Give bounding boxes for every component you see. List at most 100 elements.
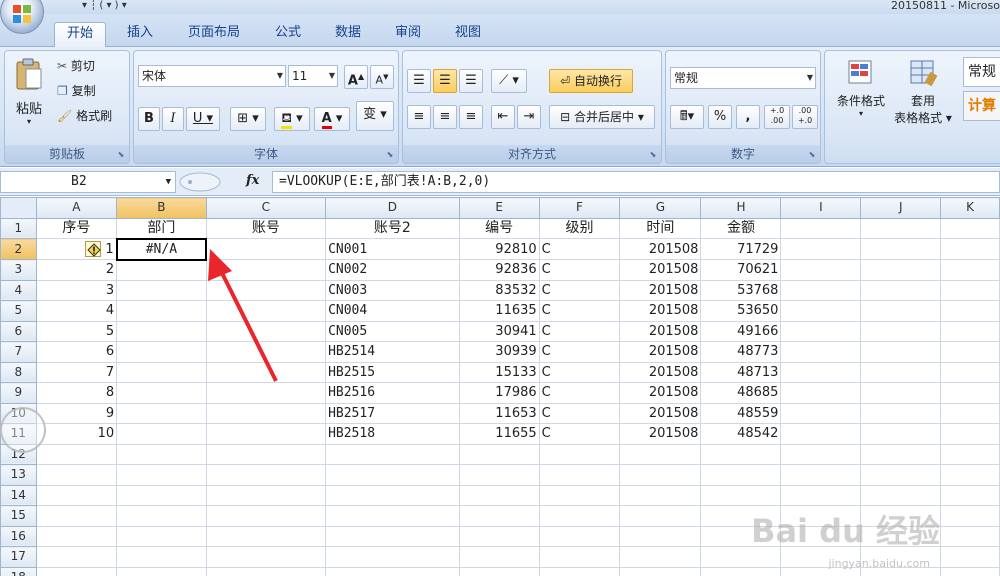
cell-code[interactable]: 30941 bbox=[458, 320, 540, 342]
cell-k[interactable] bbox=[940, 423, 1000, 445]
cell-account[interactable] bbox=[205, 423, 327, 445]
cell-i[interactable] bbox=[780, 402, 862, 424]
row-header[interactable]: 2 bbox=[0, 238, 37, 260]
cell-account2[interactable]: HB2516 bbox=[325, 382, 460, 404]
align-center-button[interactable]: ≡ bbox=[433, 105, 457, 129]
cell-empty[interactable] bbox=[458, 505, 540, 527]
row-header[interactable]: 9 bbox=[0, 382, 37, 404]
cell-empty[interactable] bbox=[538, 546, 621, 568]
cell-time[interactable]: 201508 bbox=[619, 402, 702, 424]
cell-empty[interactable] bbox=[116, 505, 207, 527]
back-navigation-icon[interactable] bbox=[0, 407, 46, 453]
quick-access-toolbar[interactable]: ▾ ┆ ( ▾ ) ▾ bbox=[82, 0, 127, 12]
cell-i[interactable] bbox=[780, 300, 862, 322]
cell-k[interactable] bbox=[940, 279, 1000, 301]
cell-empty[interactable] bbox=[116, 525, 207, 547]
wrap-text-button[interactable]: ⏎ 自动换行 bbox=[549, 69, 633, 93]
cell-j[interactable] bbox=[860, 238, 942, 260]
cell-k1[interactable] bbox=[940, 217, 1000, 239]
cell-j[interactable] bbox=[860, 279, 942, 301]
cell-code[interactable]: 11635 bbox=[458, 300, 540, 322]
clipboard-launcher-icon[interactable]: ⬊ bbox=[116, 150, 126, 160]
cell-seq[interactable]: 1 bbox=[35, 238, 118, 260]
tab-review[interactable]: 审阅 bbox=[384, 22, 432, 47]
cell-account2[interactable]: HB2515 bbox=[325, 361, 460, 383]
column-header-k[interactable]: K bbox=[940, 197, 1000, 219]
cell-empty[interactable] bbox=[619, 484, 702, 506]
cell-account2[interactable]: CN005 bbox=[325, 320, 460, 342]
cell-k[interactable] bbox=[940, 320, 1000, 342]
cell-b1[interactable]: 部门 bbox=[116, 217, 207, 239]
cell-level[interactable]: C bbox=[538, 361, 621, 383]
cell-code[interactable]: 92810 bbox=[458, 238, 540, 260]
increase-indent-button[interactable]: ⇥ bbox=[517, 105, 541, 129]
cell-empty[interactable] bbox=[116, 566, 207, 576]
cell-dept[interactable] bbox=[116, 279, 207, 301]
tab-data[interactable]: 数据 bbox=[324, 22, 372, 47]
cell-empty[interactable] bbox=[35, 566, 118, 576]
cell-empty[interactable] bbox=[458, 464, 540, 486]
cell-code[interactable]: 30939 bbox=[458, 341, 540, 363]
style-normal-cell[interactable]: 常规 bbox=[963, 57, 1000, 87]
cell-a1[interactable]: 序号 bbox=[35, 217, 118, 239]
alignment-launcher-icon[interactable]: ⬊ bbox=[648, 150, 658, 160]
column-header-j[interactable]: J bbox=[860, 197, 942, 219]
align-right-button[interactable]: ≡ bbox=[459, 105, 483, 129]
row-header[interactable]: 8 bbox=[0, 361, 37, 383]
cell-j[interactable] bbox=[860, 382, 942, 404]
cell-empty[interactable] bbox=[538, 525, 621, 547]
cell-seq[interactable]: 10 bbox=[35, 423, 118, 445]
cut-button[interactable]: ✂ 剪切 bbox=[57, 57, 95, 74]
conditional-format-button[interactable]: 条件格式 ▾ bbox=[829, 57, 893, 118]
cell-empty[interactable] bbox=[700, 443, 782, 465]
cell-time[interactable]: 201508 bbox=[619, 279, 702, 301]
cell-empty[interactable] bbox=[538, 566, 621, 576]
cell-empty[interactable] bbox=[325, 566, 460, 576]
row-header[interactable]: 6 bbox=[0, 320, 37, 342]
cell-empty[interactable] bbox=[116, 464, 207, 486]
column-header-d[interactable]: D bbox=[325, 197, 460, 219]
cell-code[interactable]: 92836 bbox=[458, 259, 540, 281]
cell-j[interactable] bbox=[860, 300, 942, 322]
cell-empty[interactable] bbox=[940, 525, 1000, 547]
column-header-c[interactable]: C bbox=[205, 197, 327, 219]
cell-empty[interactable] bbox=[325, 525, 460, 547]
align-middle-button[interactable]: ☰ bbox=[433, 69, 457, 93]
cell-code[interactable]: 83532 bbox=[458, 279, 540, 301]
cell-code[interactable]: 17986 bbox=[458, 382, 540, 404]
column-header-g[interactable]: G bbox=[619, 197, 702, 219]
cell-time[interactable]: 201508 bbox=[619, 238, 702, 260]
row-header[interactable]: 14 bbox=[0, 484, 37, 506]
cell-empty[interactable] bbox=[205, 525, 327, 547]
cell-amount[interactable]: 48559 bbox=[700, 402, 782, 424]
borders-button[interactable]: ⊞ ▾ bbox=[230, 107, 266, 131]
row-header[interactable]: 5 bbox=[0, 300, 37, 322]
cell-level[interactable]: C bbox=[538, 320, 621, 342]
cell-empty[interactable] bbox=[538, 484, 621, 506]
column-header-e[interactable]: E bbox=[458, 197, 540, 219]
cell-seq[interactable]: 2 bbox=[35, 259, 118, 281]
font-color-button[interactable]: A ▾ bbox=[314, 107, 350, 131]
grow-font-button[interactable]: A▲ bbox=[344, 65, 368, 89]
cell-k[interactable] bbox=[940, 259, 1000, 281]
cell-empty[interactable] bbox=[780, 464, 862, 486]
cell-empty[interactable] bbox=[860, 464, 942, 486]
active-cell-b2[interactable]: #N/A bbox=[115, 237, 208, 261]
column-header-f[interactable]: F bbox=[538, 197, 621, 219]
cell-time[interactable]: 201508 bbox=[619, 423, 702, 445]
cell-empty[interactable] bbox=[325, 505, 460, 527]
cell-amount[interactable]: 49166 bbox=[700, 320, 782, 342]
cell-empty[interactable] bbox=[205, 443, 327, 465]
row-header[interactable]: 3 bbox=[0, 259, 37, 281]
cell-j[interactable] bbox=[860, 320, 942, 342]
column-header-b[interactable]: B bbox=[116, 197, 207, 219]
cell-time[interactable]: 201508 bbox=[619, 341, 702, 363]
cell-empty[interactable] bbox=[116, 546, 207, 568]
cell-dept[interactable] bbox=[116, 361, 207, 383]
cell-level[interactable]: C bbox=[538, 300, 621, 322]
cell-account[interactable] bbox=[205, 320, 327, 342]
cell-account2[interactable]: CN004 bbox=[325, 300, 460, 322]
cell-empty[interactable] bbox=[940, 484, 1000, 506]
accounting-format-button[interactable]: 🖩▾ bbox=[670, 105, 704, 129]
format-painter-button[interactable]: 🖌 格式刷 bbox=[57, 107, 112, 124]
